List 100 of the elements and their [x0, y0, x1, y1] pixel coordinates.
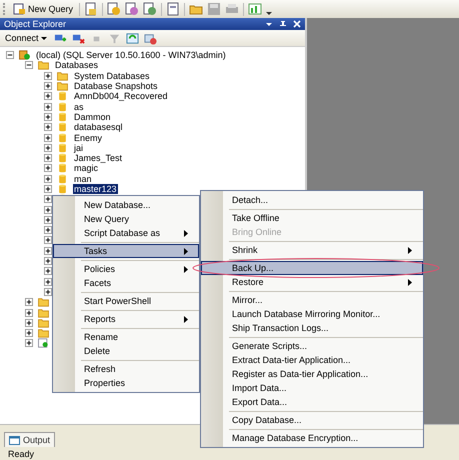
- management-icon: [37, 338, 50, 348]
- submenu-arrow-icon: [408, 278, 412, 286]
- pin-icon[interactable]: [279, 20, 287, 28]
- tree-item[interactable]: databasesql: [73, 122, 124, 132]
- expander-icon[interactable]: [44, 82, 52, 90]
- database-document-icon[interactable]: [143, 2, 158, 16]
- expander-icon[interactable]: [44, 112, 52, 121]
- tree-item[interactable]: James_Test: [73, 153, 124, 164]
- expander-icon[interactable]: [44, 236, 52, 244]
- expander-icon[interactable]: [44, 92, 52, 100]
- menu-item[interactable]: Detach...: [201, 193, 423, 207]
- tree-item[interactable]: AmnDb004_Recovered: [73, 91, 169, 102]
- submenu-arrow-icon: [184, 248, 188, 254]
- tree-item[interactable]: jai: [73, 142, 84, 153]
- expander-icon[interactable]: [44, 246, 52, 255]
- menu-item[interactable]: Reports: [53, 312, 199, 326]
- menu-item[interactable]: Restore: [201, 275, 423, 289]
- menu-item[interactable]: New Query: [53, 212, 199, 226]
- expander-icon[interactable]: [44, 123, 52, 132]
- expander-icon[interactable]: [44, 185, 52, 193]
- expander-icon[interactable]: [44, 278, 52, 286]
- expander-icon[interactable]: [44, 174, 52, 183]
- folder-icon: [56, 70, 69, 81]
- expander-icon[interactable]: [25, 298, 33, 306]
- expander-icon[interactable]: [25, 308, 33, 317]
- expander-icon[interactable]: [44, 154, 52, 162]
- menu-item[interactable]: Import Data...: [201, 381, 423, 395]
- menu-item[interactable]: Tasks: [53, 244, 199, 258]
- tree-item[interactable]: Dammon: [73, 112, 112, 122]
- menu-item[interactable]: Manage Database Encryption...: [201, 431, 423, 445]
- expander-icon[interactable]: [44, 102, 52, 111]
- expander-icon[interactable]: [44, 164, 52, 172]
- menu-item[interactable]: Facets: [53, 276, 199, 290]
- menu-item[interactable]: Refresh: [53, 362, 199, 376]
- menu-item[interactable]: New Database...: [53, 198, 199, 212]
- folder-icon: [37, 297, 50, 308]
- menu-item[interactable]: Export Data...: [201, 395, 423, 409]
- submenu-arrow-icon: [408, 246, 412, 254]
- dropdown-icon[interactable]: [265, 20, 273, 28]
- menu-item[interactable]: Shrink: [201, 243, 423, 257]
- menu-item[interactable]: Ship Transaction Logs...: [201, 321, 423, 335]
- expander-icon[interactable]: [25, 339, 33, 348]
- folder-icon: [56, 81, 69, 92]
- menu-item[interactable]: Delete: [53, 344, 199, 358]
- tree-item[interactable]: Enemy: [73, 132, 104, 143]
- menu-item[interactable]: Rename: [53, 330, 199, 344]
- connect-button[interactable]: Connect: [3, 33, 49, 43]
- expander-icon[interactable]: [44, 144, 52, 152]
- menu-item[interactable]: Start PowerShell: [53, 294, 199, 308]
- expander-icon[interactable]: [44, 267, 52, 276]
- menu-item[interactable]: Copy Database...: [201, 413, 423, 427]
- menu-item[interactable]: Script Database as: [53, 226, 199, 240]
- expander-icon[interactable]: [25, 329, 33, 338]
- close-icon[interactable]: [293, 20, 301, 28]
- expander-icon[interactable]: [44, 72, 52, 80]
- tree-item[interactable]: magic: [73, 163, 100, 174]
- expander-icon[interactable]: [25, 61, 33, 70]
- menu-item[interactable]: Mirror...: [201, 293, 423, 307]
- expander-icon[interactable]: [44, 257, 52, 266]
- output-tab[interactable]: Output: [4, 432, 56, 447]
- document-icon[interactable]: [84, 2, 98, 16]
- tree-item[interactable]: Databases: [54, 60, 100, 70]
- folder-icon: [37, 308, 50, 318]
- tree-item[interactable]: as: [73, 102, 85, 112]
- tree-item[interactable]: man: [73, 174, 93, 184]
- expander-icon[interactable]: [44, 226, 52, 234]
- submenu-arrow-icon: [184, 266, 188, 272]
- folder-icon: [37, 318, 50, 328]
- document-icon: [13, 3, 26, 15]
- status-text: Ready: [8, 449, 34, 459]
- menu-item[interactable]: Launch Database Mirroring Monitor...: [201, 307, 423, 321]
- expander-icon[interactable]: [44, 288, 52, 296]
- expander-icon[interactable]: [6, 51, 14, 60]
- menu-item[interactable]: Take Offline: [201, 211, 423, 225]
- menu-item[interactable]: Generate Scripts...: [201, 339, 423, 353]
- expander-icon[interactable]: [44, 134, 52, 142]
- tree-item[interactable]: Database Snapshots: [73, 81, 159, 92]
- refresh-icon[interactable]: [126, 32, 139, 44]
- panel-title: Object Explorer: [4, 19, 68, 29]
- folder-icon: [37, 60, 50, 70]
- expander-icon[interactable]: [25, 318, 33, 327]
- database-document-icon[interactable]: [125, 2, 140, 16]
- expander-icon[interactable]: [44, 195, 52, 204]
- menu-item[interactable]: Properties: [53, 376, 199, 390]
- menu-item[interactable]: Back Up...: [201, 261, 423, 275]
- document-icon[interactable]: [166, 2, 180, 16]
- tree-item[interactable]: master123: [73, 184, 118, 194]
- tree-item[interactable]: System Databases: [73, 70, 151, 81]
- window-icon: [9, 436, 20, 444]
- menu-item[interactable]: Register as Data-tier Application...: [201, 367, 423, 381]
- expander-icon[interactable]: [44, 216, 52, 224]
- menu-item[interactable]: Policies: [53, 262, 199, 276]
- folder-icon: [37, 328, 50, 338]
- database-document-icon[interactable]: [107, 2, 122, 16]
- new-query-button[interactable]: New Query: [11, 3, 76, 15]
- menu-item[interactable]: Extract Data-tier Application...: [201, 353, 423, 367]
- summary-icon[interactable]: [144, 32, 157, 44]
- tree-item[interactable]: (local) (SQL Server 10.50.1600 - WIN73\admin): [35, 50, 227, 60]
- expander-icon[interactable]: [44, 206, 52, 214]
- caret-icon: [40, 35, 47, 41]
